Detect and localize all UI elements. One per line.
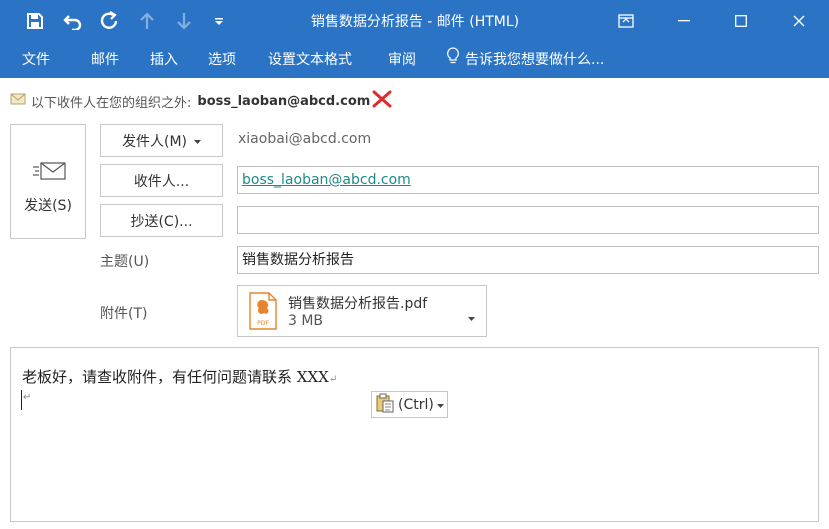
maximize-icon[interactable] — [718, 6, 764, 36]
to-label: 收件人... — [133, 173, 190, 190]
attachment-item[interactable]: PDF 销售数据分析报告.pdf 3 MB — [237, 285, 487, 337]
arrow-up-icon[interactable] — [134, 8, 160, 34]
title-bar: 销售数据分析报告 - 邮件 (HTML) — [0, 0, 829, 42]
to-field[interactable]: boss_laoban@abcd.com — [237, 166, 819, 194]
send-label: 发送(S) — [24, 198, 72, 214]
subject-label: 主题(U) — [100, 254, 150, 270]
lightbulb-icon — [446, 47, 460, 73]
redo-icon[interactable] — [97, 8, 123, 34]
ribbon-display-options-icon[interactable] — [603, 6, 649, 36]
tab-file[interactable]: 文件 — [22, 48, 50, 72]
tab-mail[interactable]: 邮件 — [91, 48, 119, 72]
tell-me-box[interactable]: 告诉我您想要做什么... — [446, 47, 605, 73]
from-button[interactable]: 发件人(M) — [100, 124, 223, 157]
chevron-down-icon — [194, 133, 201, 149]
tab-format-text[interactable]: 设置文本格式 — [268, 48, 352, 72]
save-icon[interactable] — [22, 8, 48, 34]
cc-label: 抄送(C)... — [130, 213, 193, 230]
paragraph-mark-2-icon: ↵ — [23, 392, 32, 403]
close-icon[interactable] — [776, 6, 822, 36]
remove-x-icon[interactable] — [372, 90, 392, 112]
clipboard-icon — [375, 393, 395, 417]
tab-options[interactable]: 选项 — [208, 48, 236, 72]
customize-toolbar-icon[interactable] — [206, 8, 232, 34]
window-title: 销售数据分析报告 - 邮件 (HTML) — [310, 14, 520, 30]
external-recipients-infobar: 以下收件人在您的组织之外: boss_laoban@abcd.com — [10, 89, 392, 113]
to-recipient[interactable]: boss_laoban@abcd.com — [242, 172, 411, 188]
body-text-line1: 老板好，请查收附件，有任何问题请联系 XXX — [22, 368, 329, 386]
send-envelope-icon — [33, 160, 67, 186]
chevron-down-icon — [436, 397, 444, 413]
tab-review[interactable]: 审阅 — [388, 48, 416, 72]
minimize-icon[interactable] — [661, 6, 707, 36]
from-label: 发件人(M) — [121, 133, 187, 150]
tab-insert[interactable]: 插入 — [150, 48, 178, 72]
cc-field[interactable] — [237, 206, 819, 234]
attachment-size: 3 MB — [288, 313, 324, 329]
send-button[interactable]: 发送(S) — [10, 124, 86, 239]
attachment-label: 附件(T) — [100, 306, 148, 322]
to-button[interactable]: 收件人... — [100, 164, 223, 197]
from-value: xiaobai@abcd.com — [238, 131, 372, 147]
undo-icon[interactable] — [60, 8, 86, 34]
attachment-options-chevron-icon[interactable] — [468, 307, 475, 326]
attachment-filename: 销售数据分析报告.pdf — [288, 296, 428, 312]
text-cursor — [21, 390, 22, 410]
pdf-icon-text: PDF — [257, 320, 269, 327]
tell-me-text: 告诉我您想要做什么... — [465, 52, 605, 68]
infobar-email: boss_laoban@abcd.com — [197, 93, 371, 109]
infobar-text: 以下收件人在您的组织之外: — [31, 95, 192, 111]
body-line: 老板好，请查收附件，有任何问题请联系 XXX↵ — [22, 366, 337, 387]
paste-options-label: (Ctrl) — [398, 396, 434, 413]
arrow-down-icon[interactable] — [171, 8, 197, 34]
paste-options-button[interactable]: (Ctrl) — [371, 391, 448, 418]
paragraph-mark-icon: ↵ — [328, 374, 338, 385]
subject-field[interactable]: 销售数据分析报告 — [237, 246, 819, 274]
message-body[interactable]: 老板好，请查收附件，有任何问题请联系 XXX↵ ↵ (Ctrl) — [10, 347, 819, 522]
envelope-warning-icon — [10, 92, 28, 110]
ribbon-tabs: 文件 邮件 插入 选项 设置文本格式 审阅 告诉我您想要做什么... — [0, 42, 829, 78]
pdf-file-icon: PDF — [248, 292, 278, 334]
cc-button[interactable]: 抄送(C)... — [100, 204, 223, 237]
